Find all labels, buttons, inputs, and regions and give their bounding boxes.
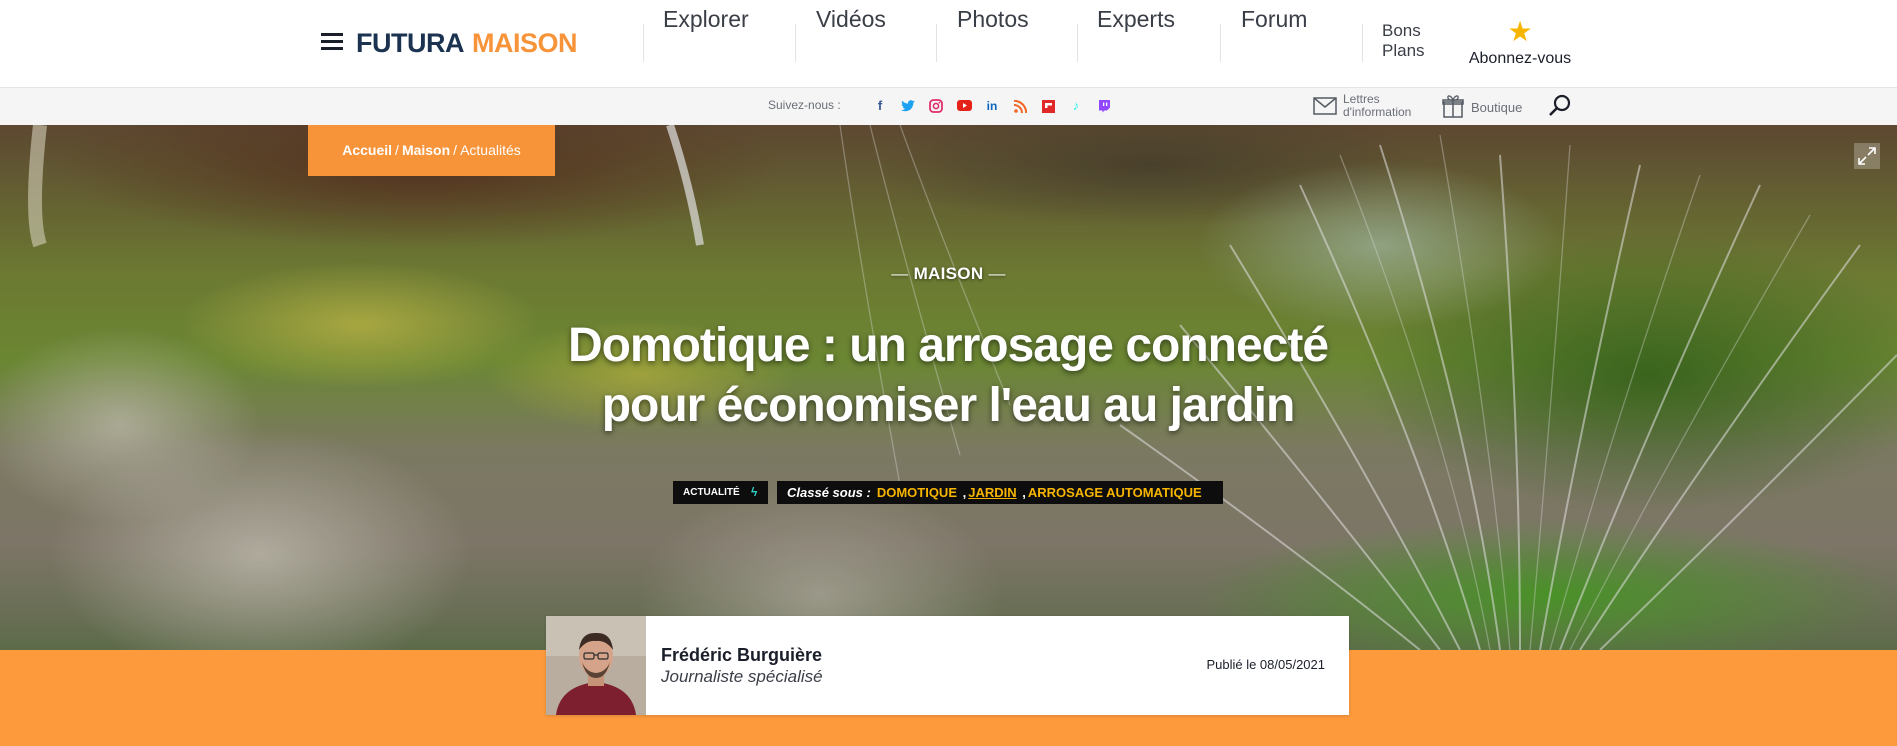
tiktok-icon[interactable]: ♪	[1066, 96, 1086, 116]
author-role: Journaliste spécialisé	[661, 667, 823, 686]
nav-divider	[1077, 24, 1078, 62]
avatar[interactable]	[546, 616, 646, 715]
tag-domotique[interactable]: DOMOTIQUE	[877, 485, 957, 500]
nav-photos[interactable]: Photos	[957, 0, 1029, 38]
star-icon: ★	[1507, 16, 1533, 47]
rss-icon[interactable]	[1010, 96, 1030, 116]
flipboard-icon[interactable]	[1038, 96, 1058, 116]
tag-arrosage-automatique[interactable]: ARROSAGE AUTOMATIQUE	[1028, 485, 1202, 500]
youtube-icon[interactable]	[954, 96, 974, 116]
hero-image: Accueil / Maison / Actualités — MAISON — Dom…	[0, 125, 1897, 650]
author-name[interactable]: Frédéric Burguière	[661, 645, 822, 666]
envelope-icon	[1313, 97, 1337, 115]
gift-icon	[1442, 95, 1464, 118]
author-card: Frédéric Burguière Journaliste spécialis…	[546, 616, 1349, 715]
nav-divider	[936, 24, 937, 62]
facebook-icon[interactable]: f	[870, 96, 890, 116]
search-icon[interactable]	[1548, 94, 1572, 118]
publish-date: Publié le 08/05/2021	[1206, 657, 1325, 672]
breadcrumb-maison[interactable]: Maison	[402, 142, 450, 158]
nav-divider	[1220, 24, 1221, 62]
breadcrumb: Accueil / Maison / Actualités	[308, 125, 555, 176]
nav-explorer[interactable]: Explorer	[663, 0, 749, 38]
instagram-icon[interactable]	[926, 96, 946, 116]
expand-icon[interactable]	[1854, 143, 1880, 169]
type-badge: ACTUALITÉ ϟ	[673, 481, 768, 504]
menu-icon[interactable]	[321, 33, 343, 51]
nav-experts[interactable]: Experts	[1097, 0, 1175, 38]
breadcrumb-current: Actualités	[460, 142, 521, 158]
classified-tags: Classé sous : DOMOTIQUE , JARDIN , ARROSAGE…	[777, 481, 1223, 504]
subscribe-button[interactable]: ★ Abonnez-vous	[1468, 18, 1572, 68]
nav-forum[interactable]: Forum	[1241, 0, 1307, 38]
social-bar: Suivez-nous : f in ♪ Lettres d'informati…	[0, 88, 1897, 125]
nav-divider	[643, 24, 644, 62]
nav-divider	[1362, 24, 1363, 62]
breadcrumb-home[interactable]: Accueil	[342, 142, 392, 158]
follow-label: Suivez-nous :	[768, 98, 841, 112]
page-title: Domotique : un arrosage connecté pour éc…	[567, 319, 1329, 432]
linkedin-icon[interactable]: in	[982, 96, 1002, 116]
site-logo[interactable]: FUTURA MAISON	[356, 27, 577, 59]
twitch-icon[interactable]	[1094, 96, 1114, 116]
tag-jardin[interactable]: JARDIN	[968, 485, 1016, 500]
nav-divider	[795, 24, 796, 62]
article-section: — MAISON —	[891, 264, 1006, 283]
nav-videos[interactable]: Vidéos	[816, 0, 886, 38]
twitter-icon[interactable]	[898, 96, 918, 116]
site-header: FUTURA MAISON Explorer Vidéos Photos Expe…	[0, 0, 1897, 88]
nav-bons-plans[interactable]: Bons Plans	[1382, 21, 1442, 61]
lightning-icon: ϟ	[751, 485, 758, 499]
